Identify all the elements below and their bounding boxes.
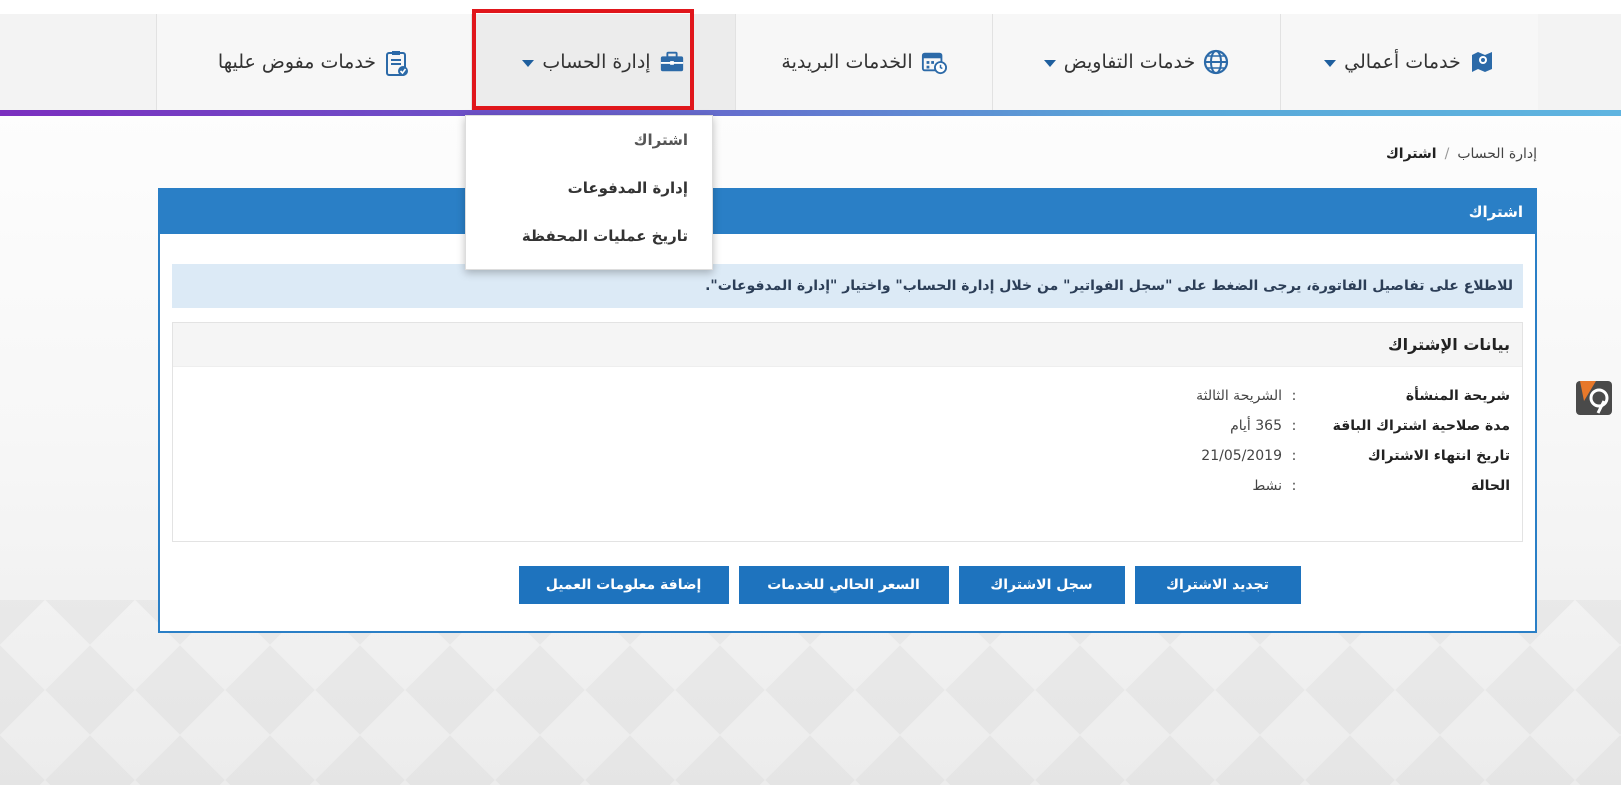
dropdown-item-subscription[interactable]: اشتراك (466, 116, 712, 164)
map-icon (1469, 49, 1495, 75)
field-row: الحالة : نشط (173, 471, 1510, 501)
main-navigation: خدمات أعمالي خدمات التفاويض الخدمات البر… (156, 14, 1538, 110)
briefcase-icon (659, 49, 685, 75)
globe-icon (1203, 49, 1229, 75)
dropdown-item-payments[interactable]: إدارة المدفوعات (466, 164, 712, 212)
field-colon: : (1291, 478, 1297, 494)
nav-item-label: خدمات التفاويض (1063, 51, 1196, 73)
subscription-panel: اشتراك للاطلاع على تفاصيل الفاتورة، يرجى… (158, 188, 1537, 633)
field-label: تاريخ انتهاء الاشتراك (1367, 448, 1510, 464)
nav-item-account-management[interactable]: إدارة الحساب (471, 14, 735, 110)
clipboard-check-icon (384, 49, 410, 76)
logo-icon (1574, 377, 1614, 417)
breadcrumb-parent[interactable]: إدارة الحساب (1457, 146, 1537, 162)
field-label: شريحة المنشأة (1405, 388, 1510, 404)
field-colon: : (1291, 448, 1297, 464)
chevron-down-icon (1324, 60, 1337, 67)
field-value: 21/05/2019 (1201, 448, 1282, 464)
calendar-clock-icon (921, 49, 947, 75)
breadcrumb: إدارة الحساب / اشتراك (1386, 146, 1537, 162)
subscription-details-title: بيانات الإشتراك (173, 323, 1522, 367)
nav-item-label: إدارة الحساب (542, 51, 651, 73)
nav-item-delegations[interactable]: خدمات التفاويض (992, 14, 1280, 110)
current-price-button[interactable]: السعر الحالي للخدمات (738, 566, 949, 604)
nav-item-label: خدمات مفوض عليها (217, 51, 377, 73)
field-colon: : (1291, 388, 1297, 404)
field-row: شريحة المنشأة : الشريحة الثالثة (173, 381, 1510, 411)
renew-subscription-button[interactable]: تجديد الاشتراك (1134, 566, 1301, 604)
subscription-history-button[interactable]: سجل الاشتراك (958, 566, 1125, 604)
panel-title: اشتراك (160, 190, 1535, 234)
field-row: مدة صلاحية اشتراك الباقة : 365 أيام (173, 411, 1510, 441)
breadcrumb-separator: / (1444, 146, 1450, 162)
nav-item-my-business[interactable]: خدمات أعمالي (1280, 14, 1538, 110)
nav-divider (0, 110, 1621, 116)
action-buttons: تجديد الاشتراك سجل الاشتراك السعر الحالي… (160, 566, 1535, 604)
field-value: 365 أيام (1230, 418, 1282, 434)
subscription-fields: شريحة المنشأة : الشريحة الثالثة مدة صلاح… (173, 367, 1522, 501)
breadcrumb-current: اشتراك (1385, 146, 1437, 162)
nav-item-label: الخدمات البريدية (781, 51, 913, 73)
field-label: مدة صلاحية اشتراك الباقة (1332, 418, 1510, 434)
nav-item-delegated-services[interactable]: خدمات مفوض عليها (156, 14, 471, 110)
field-value: الشريحة الثالثة (1196, 388, 1282, 404)
nav-item-label: خدمات أعمالي (1344, 51, 1461, 73)
chevron-down-icon (1043, 60, 1056, 67)
add-client-info-button[interactable]: إضافة معلومات العميل (518, 566, 729, 604)
account-management-dropdown: اشتراك إدارة المدفوعات تاريخ عمليات المح… (465, 115, 713, 270)
dropdown-item-wallet-history[interactable]: تاريخ عمليات المحفظة (466, 212, 712, 260)
field-label: الحالة (1470, 478, 1510, 494)
info-message: للاطلاع على تفاصيل الفاتورة، يرجى الضغط … (172, 264, 1523, 308)
subscription-details: بيانات الإشتراك شريحة المنشأة : الشريحة … (172, 322, 1523, 542)
field-row: تاريخ انتهاء الاشتراك : 21/05/2019 (173, 441, 1510, 471)
field-colon: : (1291, 418, 1297, 434)
chevron-down-icon (522, 60, 535, 67)
nav-item-postal-services[interactable]: الخدمات البريدية (735, 14, 992, 110)
status-value: نشط (1252, 478, 1282, 494)
